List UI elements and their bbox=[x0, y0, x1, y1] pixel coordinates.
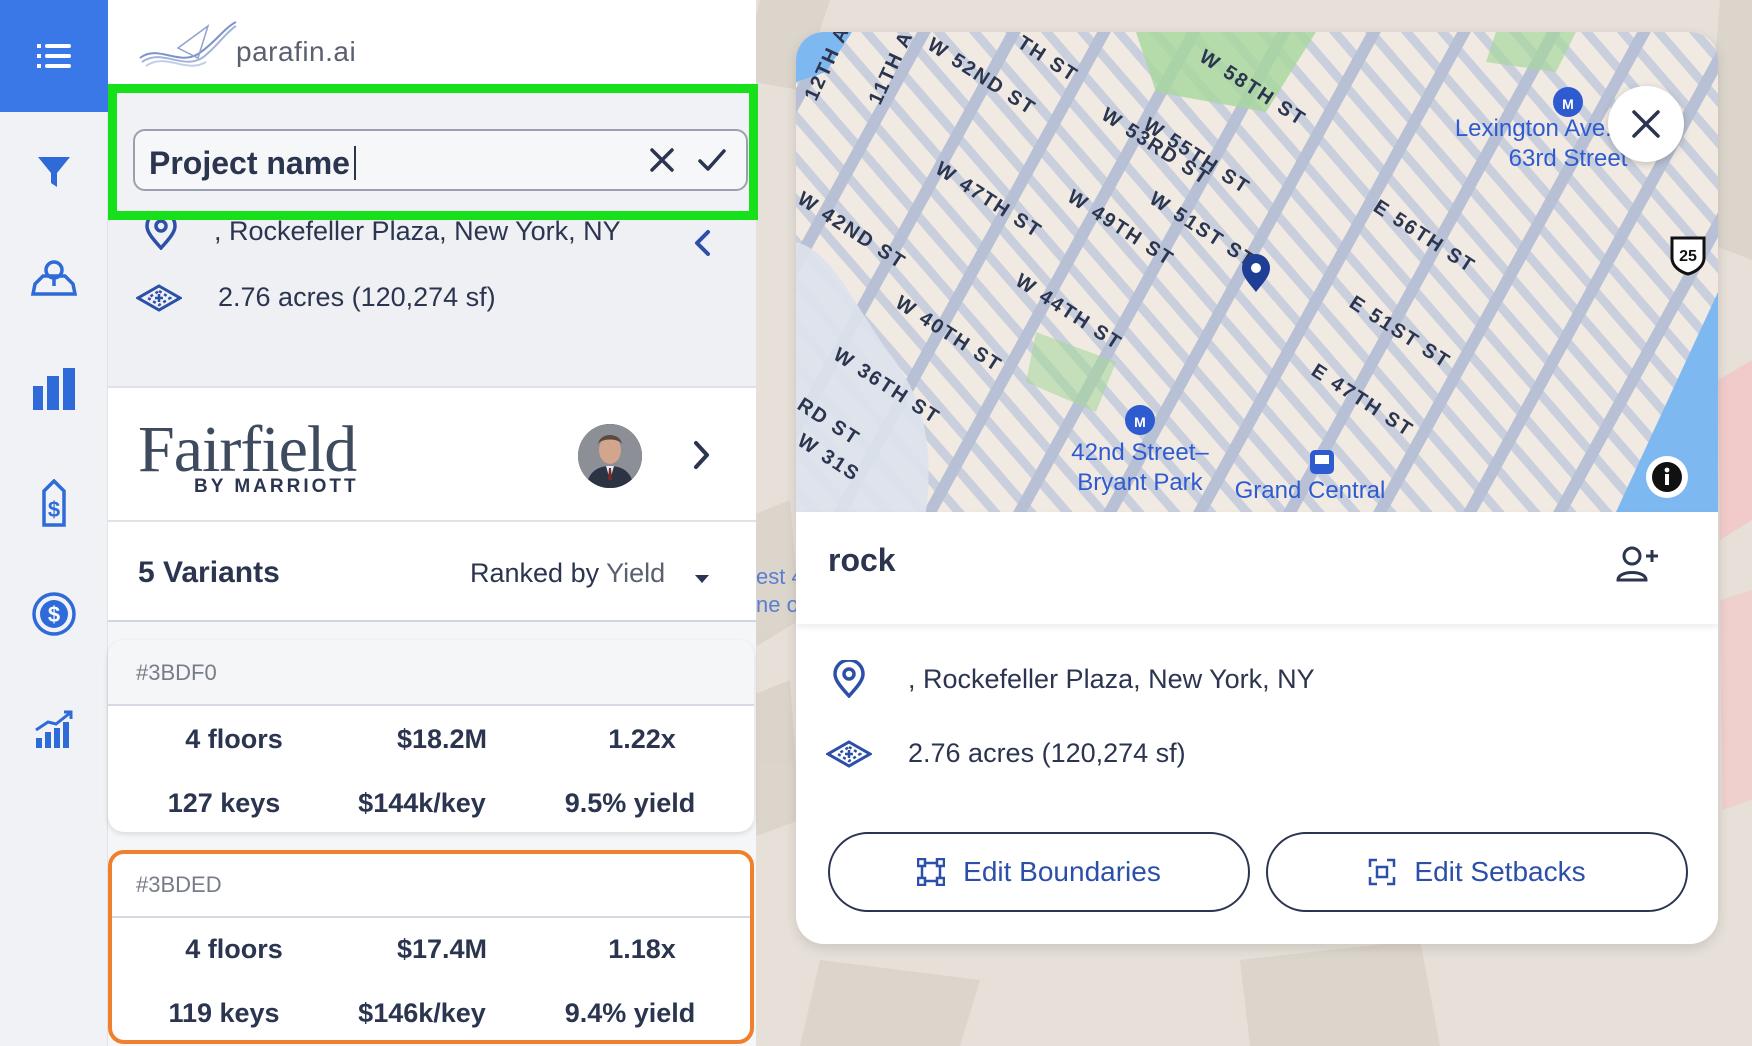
variant-card-selected[interactable]: #3BDED 4 floors $17.4M 1.18x 119 keys $1… bbox=[108, 850, 754, 1044]
project-acres: 2.76 acres (120,274 sf) bbox=[218, 282, 496, 312]
variant-per-key: $146k/key bbox=[358, 998, 486, 1028]
station-label: Bryant Park bbox=[1077, 469, 1203, 496]
variant-floors: 4 floors bbox=[185, 934, 283, 964]
variant-cost: $17.4M bbox=[396, 934, 488, 964]
route-number: 25 bbox=[1679, 248, 1697, 265]
logo-text: parafin.ai bbox=[236, 36, 357, 67]
route-shield: 25 bbox=[1670, 236, 1706, 276]
map-pin-icon bbox=[30, 260, 78, 296]
variant-card[interactable]: #3BDF0 4 floors $18.2M 1.22x 127 keys $1… bbox=[108, 640, 754, 832]
project-name-editor: Project name bbox=[108, 84, 758, 220]
sites-button[interactable] bbox=[24, 248, 84, 308]
project-name-value: Project name bbox=[149, 145, 356, 182]
site-detail-header: rock bbox=[796, 512, 1718, 624]
variants-count: 5 Variants bbox=[138, 556, 280, 589]
rail-icon bbox=[1310, 450, 1334, 474]
person-portrait bbox=[578, 424, 642, 488]
brand-card[interactable]: Fairfield BY MARRIOTT bbox=[108, 386, 756, 522]
close-icon bbox=[1632, 110, 1660, 138]
finance-button[interactable]: $ bbox=[24, 584, 84, 644]
station-label: Grand Central bbox=[1235, 477, 1386, 504]
site-acres: 2.76 acres (120,274 sf) bbox=[908, 738, 1186, 768]
collapse-chevron-icon[interactable] bbox=[688, 228, 718, 258]
add-user-icon[interactable] bbox=[1616, 544, 1660, 584]
subway-icon: M bbox=[1553, 87, 1583, 117]
info-icon bbox=[1652, 462, 1682, 492]
subway-icon: M bbox=[1125, 405, 1155, 435]
site-detail-card: W 52ND ST W 58TH ST W 55TH ST W 53RD ST W 47… bbox=[796, 32, 1718, 944]
site-acres-row: 2.76 acres (120,274 sf) bbox=[826, 738, 1186, 769]
project-sidebar: parafin.ai , Rockefeller Plaza, New York… bbox=[108, 0, 758, 1046]
svg-text:$: $ bbox=[48, 497, 60, 522]
boundary-icon bbox=[917, 858, 946, 886]
edit-setbacks-label: Edit Setbacks bbox=[1414, 856, 1586, 887]
variant-cost: $18.2M bbox=[396, 724, 488, 754]
project-name-input[interactable]: Project name bbox=[133, 129, 748, 191]
variants-header: 5 Variants Ranked by Yield bbox=[108, 522, 756, 622]
variant-yield: 9.4% yield bbox=[564, 998, 696, 1028]
edit-boundaries-button[interactable]: Edit Boundaries bbox=[828, 832, 1250, 912]
site-address-row: , Rockefeller Plaza, New York, NY bbox=[832, 660, 1315, 698]
svg-text:M: M bbox=[1134, 414, 1146, 430]
variant-per-key: $144k/key bbox=[358, 788, 486, 818]
station-label: 63rd Street bbox=[1509, 145, 1628, 172]
nav-rail: $ $ bbox=[0, 0, 108, 1046]
variant-id: #3BDED bbox=[136, 872, 222, 897]
variant-multiple: 1.22x bbox=[608, 724, 676, 754]
ranked-by-dropdown[interactable]: Ranked by Yield bbox=[470, 558, 665, 589]
variant-yield: 9.5% yield bbox=[564, 788, 696, 818]
parcel-area-icon bbox=[826, 739, 872, 768]
variant-id: #3BDF0 bbox=[136, 660, 217, 685]
site-map[interactable]: W 52ND ST W 58TH STW 55TH STW 53RD STW 47… bbox=[796, 32, 1718, 512]
avatar[interactable] bbox=[578, 424, 642, 488]
menu-button[interactable] bbox=[0, 0, 108, 112]
station-label: Lexington Ave.– bbox=[1455, 115, 1626, 142]
chevron-right-icon[interactable] bbox=[686, 438, 716, 472]
logo-icon bbox=[139, 21, 237, 67]
location-pin-icon bbox=[833, 660, 865, 698]
parcel-area-icon bbox=[136, 283, 182, 312]
site-title: rock bbox=[828, 542, 896, 578]
ranked-by-label: Ranked by bbox=[470, 558, 600, 588]
setback-icon bbox=[1369, 858, 1396, 886]
price-tag-icon: $ bbox=[42, 479, 66, 527]
project-address: , Rockefeller Plaza, New York, NY bbox=[214, 215, 621, 246]
variant-keys: 119 keys bbox=[168, 998, 280, 1028]
analytics-icon bbox=[35, 710, 73, 748]
station-label: 42nd Street– bbox=[1071, 439, 1209, 466]
site-address: , Rockefeller Plaza, New York, NY bbox=[908, 663, 1315, 694]
filter-icon bbox=[38, 157, 70, 187]
variant-multiple: 1.18x bbox=[608, 934, 676, 964]
caret-down-icon[interactable] bbox=[692, 572, 712, 586]
brand-subtitle: BY MARRIOTT bbox=[194, 476, 359, 497]
dollar-circle-icon: $ bbox=[32, 592, 76, 636]
svg-text:M: M bbox=[1562, 96, 1574, 112]
variant-floors: 4 floors bbox=[185, 724, 283, 754]
analytics-button[interactable] bbox=[24, 700, 84, 760]
edit-setbacks-button[interactable]: Edit Setbacks bbox=[1266, 832, 1688, 912]
filter-button[interactable] bbox=[24, 142, 84, 202]
project-acres-row: 2.76 acres (120,274 sf) bbox=[136, 282, 496, 313]
close-button[interactable] bbox=[1608, 86, 1684, 162]
clear-icon[interactable] bbox=[645, 143, 679, 177]
map-info-button[interactable] bbox=[1646, 456, 1688, 498]
edit-boundaries-label: Edit Boundaries bbox=[963, 856, 1161, 887]
menu-icon bbox=[37, 44, 71, 68]
svg-text:$: $ bbox=[48, 602, 60, 627]
ranked-by-value: Yield bbox=[606, 558, 666, 588]
variant-keys: 127 keys bbox=[167, 788, 281, 818]
buildings-button[interactable] bbox=[24, 358, 84, 418]
confirm-check-icon[interactable] bbox=[695, 143, 729, 177]
buildings-icon bbox=[33, 368, 75, 410]
pricing-button[interactable]: $ bbox=[24, 474, 84, 534]
logo-bar: parafin.ai bbox=[108, 0, 756, 92]
